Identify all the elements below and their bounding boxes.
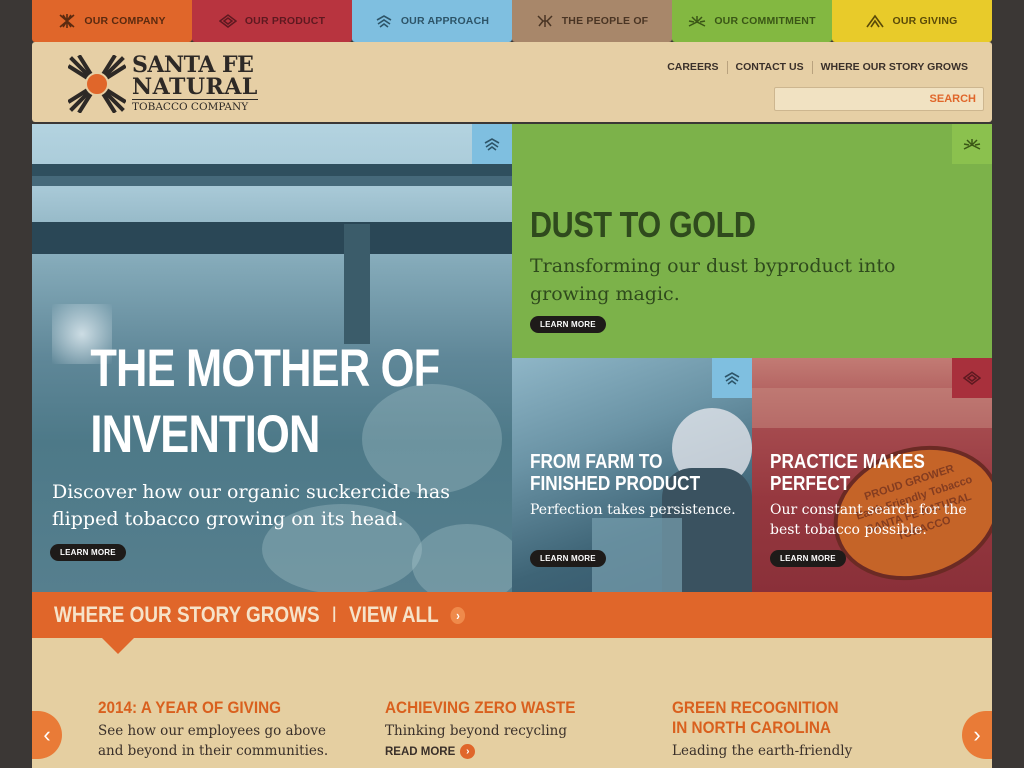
farm-description: Perfection takes persistence. bbox=[530, 502, 736, 518]
approach-icon bbox=[484, 138, 500, 151]
practice-learn-more-button[interactable]: LEARN MORE bbox=[770, 550, 846, 567]
tab-label: OUR COMPANY bbox=[84, 15, 166, 27]
tobacco-leaf bbox=[412, 524, 512, 592]
tab-label: OUR GIVING bbox=[892, 15, 958, 27]
hero-learn-more-button[interactable]: LEARN MORE bbox=[50, 544, 126, 561]
logo-line1: SANTA FE bbox=[132, 52, 254, 78]
sprayer-nozzle bbox=[344, 224, 370, 344]
card-description: Leading the earth-friendly bbox=[672, 743, 853, 759]
contact-us-link[interactable]: CONTACT US bbox=[726, 61, 812, 74]
giving-icon bbox=[866, 14, 885, 28]
dust-learn-more-button[interactable]: LEARN MORE bbox=[530, 316, 606, 333]
search-input[interactable] bbox=[775, 88, 925, 110]
story-card[interactable]: 2014: A YEAR OF GIVING See how our emplo… bbox=[98, 698, 348, 761]
product-icon bbox=[963, 371, 981, 385]
card-title[interactable]: GREEN RECOGNITION IN NORTH CAROLINA bbox=[672, 698, 852, 738]
approach-badge bbox=[472, 124, 512, 164]
tab-our-commitment[interactable]: OUR COMMITMENT bbox=[672, 0, 832, 42]
read-more-link[interactable]: READ MORE › bbox=[385, 744, 635, 759]
chevron-left-icon: ‹ bbox=[43, 722, 51, 747]
hero-title-line1: THE MOTHER OF bbox=[90, 339, 440, 398]
tab-our-approach[interactable]: OUR APPROACH bbox=[352, 0, 512, 42]
dust-to-gold-panel[interactable]: DUST TO GOLD Transforming our dust bypro… bbox=[512, 124, 992, 358]
commitment-icon bbox=[688, 16, 706, 27]
story-heading: WHERE OUR STORY GROWS I VIEW ALL › bbox=[54, 602, 466, 628]
people-icon bbox=[537, 15, 553, 27]
tab-our-product[interactable]: OUR PRODUCT bbox=[192, 0, 352, 42]
chevron-right-icon: › bbox=[973, 722, 981, 747]
logo-line2: NATURAL bbox=[132, 74, 258, 100]
commitment-icon bbox=[963, 139, 981, 150]
story-card[interactable]: GREEN RECOGNITION IN NORTH CAROLINA Lead… bbox=[672, 698, 922, 761]
logo-wordmark: SANTA FE NATURAL TOBACCO COMPANY bbox=[132, 54, 258, 113]
logo[interactable]: SANTA FE NATURAL TOBACCO COMPANY bbox=[68, 54, 258, 113]
product-badge bbox=[952, 358, 992, 398]
card-title[interactable]: 2014: A YEAR OF GIVING bbox=[98, 698, 350, 718]
tab-our-giving[interactable]: OUR GIVING bbox=[832, 0, 992, 42]
company-icon bbox=[59, 14, 75, 28]
hero-title: THE MOTHER OF INVENTION bbox=[90, 336, 440, 468]
card-title[interactable]: ACHIEVING ZERO WASTE bbox=[385, 698, 637, 718]
story-cards: 2014: A YEAR OF GIVING See how our emplo… bbox=[32, 638, 992, 768]
top-nav: OUR COMPANY OUR PRODUCT OUR APPROACH THE… bbox=[32, 0, 992, 42]
site-header: SANTA FE NATURAL TOBACCO COMPANY CAREERS… bbox=[32, 42, 992, 122]
story-bar-notch bbox=[102, 638, 134, 654]
story-separator: I bbox=[331, 602, 337, 627]
irrigation-bar bbox=[32, 176, 512, 186]
practice-title: PRACTICE MAKES PERFECT bbox=[770, 451, 925, 495]
product-icon bbox=[218, 14, 237, 28]
arrow-right-icon: › bbox=[460, 744, 476, 759]
irrigation-pipe bbox=[32, 222, 512, 254]
tab-label: OUR PRODUCT bbox=[244, 15, 326, 27]
story-title[interactable]: WHERE OUR STORY GROWS bbox=[54, 602, 320, 628]
tab-label: OUR APPROACH bbox=[400, 15, 490, 27]
read-more-label: READ MORE bbox=[385, 745, 456, 758]
dust-description: Transforming our dust byproduct into gro… bbox=[530, 255, 896, 305]
search-button[interactable]: SEARCH bbox=[930, 93, 976, 105]
search-box: SEARCH bbox=[774, 87, 984, 111]
commitment-badge bbox=[952, 124, 992, 164]
hero-panel[interactable]: THE MOTHER OF INVENTION Discover how our… bbox=[32, 124, 512, 592]
approach-badge bbox=[712, 358, 752, 398]
tab-our-company[interactable]: OUR COMPANY bbox=[32, 0, 192, 42]
approach-icon bbox=[724, 372, 740, 385]
arrow-right-icon[interactable]: › bbox=[450, 606, 466, 624]
practice-makes-perfect-panel[interactable]: PROUD GROWER Earth Friendly Tobacco SANT… bbox=[752, 358, 992, 592]
logo-line3: TOBACCO COMPANY bbox=[132, 99, 258, 113]
where-our-story-grows-link[interactable]: WHERE OUR STORY GROWS bbox=[811, 61, 976, 74]
tab-label: OUR COMMITMENT bbox=[714, 15, 816, 27]
farm-to-finished-panel[interactable]: FROM FARM TO FINISHED PRODUCT Perfection… bbox=[512, 358, 752, 592]
hero-description: Discover how our organic suckercide has … bbox=[52, 481, 450, 530]
tab-the-people-of[interactable]: THE PEOPLE OF bbox=[512, 0, 672, 42]
card-description: See how our employees go above and beyon… bbox=[98, 723, 329, 759]
approach-icon bbox=[376, 15, 392, 28]
logo-sun-icon bbox=[68, 54, 126, 113]
tab-label: THE PEOPLE OF bbox=[561, 15, 649, 27]
story-card[interactable]: ACHIEVING ZERO WASTE Thinking beyond rec… bbox=[385, 698, 635, 759]
dust-title: DUST TO GOLD bbox=[530, 204, 756, 245]
card-description: Thinking beyond recycling bbox=[385, 723, 568, 739]
farm-title: FROM FARM TO FINISHED PRODUCT bbox=[530, 451, 701, 495]
hero-title-line2: INVENTION bbox=[90, 405, 320, 464]
practice-description: Our constant search for the best tobacco… bbox=[770, 502, 967, 538]
story-bar: WHERE OUR STORY GROWS I VIEW ALL › bbox=[32, 592, 992, 638]
careers-link[interactable]: CAREERS bbox=[659, 61, 726, 74]
view-all-link[interactable]: VIEW ALL bbox=[349, 602, 439, 628]
utility-links: CAREERS CONTACT US WHERE OUR STORY GROWS bbox=[659, 61, 976, 74]
farm-learn-more-button[interactable]: LEARN MORE bbox=[530, 550, 606, 567]
